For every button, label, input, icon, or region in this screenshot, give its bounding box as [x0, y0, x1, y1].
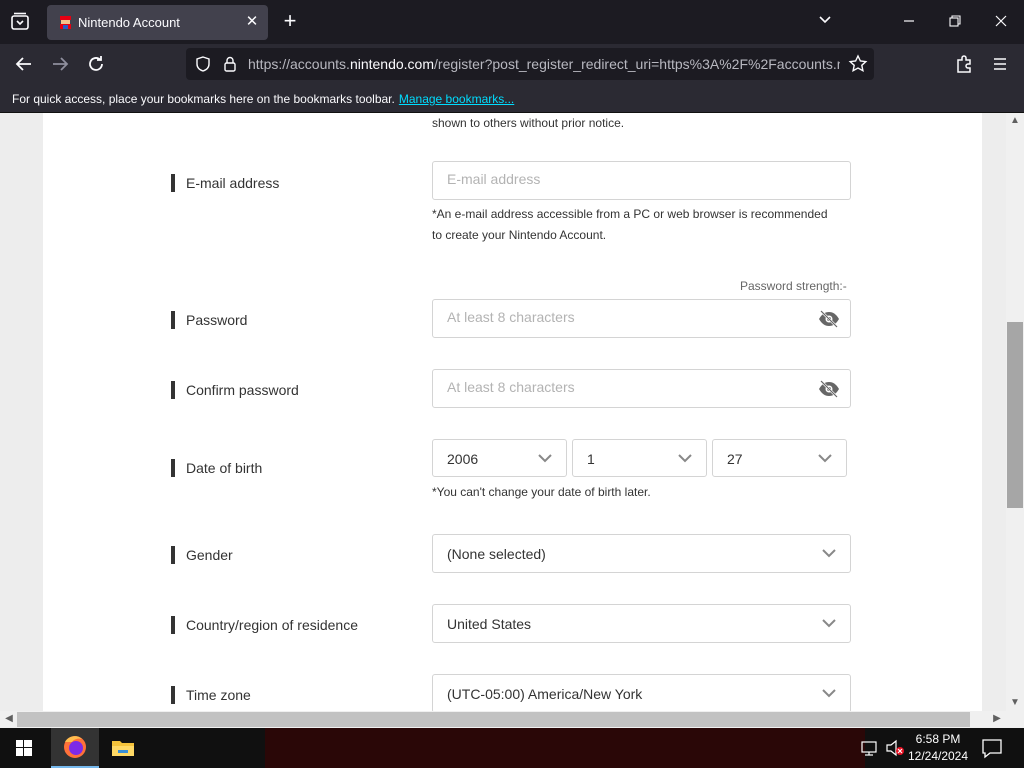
confirm-password-field[interactable] — [432, 369, 851, 408]
clock-time[interactable]: 6:58 PM — [906, 732, 970, 746]
mario-favicon-icon — [58, 15, 73, 30]
profile-visibility-note: shown to others without prior notice. — [432, 116, 625, 130]
volume-muted-icon[interactable] — [884, 728, 908, 768]
time-zone-label: Time zone — [171, 686, 251, 704]
firefox-taskbar-icon[interactable] — [51, 728, 99, 768]
chevron-down-icon — [818, 454, 832, 463]
scroll-left-arrow-icon[interactable]: ◀ — [0, 711, 18, 727]
desktop-wallpaper-strip — [265, 728, 865, 768]
restore-icon[interactable] — [945, 12, 965, 32]
chevron-down-icon — [822, 549, 836, 558]
email-input[interactable] — [447, 171, 807, 187]
bookmarks-toolbar: For quick access, place your bookmarks h… — [0, 84, 1024, 113]
bookmark-star-icon[interactable] — [848, 54, 868, 74]
bookmarks-hint: For quick access, place your bookmarks h… — [12, 92, 515, 106]
minimize-icon[interactable] — [899, 12, 919, 32]
birth-year-select[interactable]: 2006 — [432, 439, 567, 477]
country-label: Country/region of residence — [171, 616, 358, 634]
password-input[interactable] — [447, 309, 807, 325]
notifications-icon[interactable] — [978, 728, 1006, 768]
url-text[interactable]: https://accounts.nintendo.com/register?p… — [248, 56, 840, 72]
extensions-icon[interactable] — [952, 52, 976, 76]
vertical-scroll-thumb[interactable] — [1007, 322, 1023, 508]
close-tab-icon[interactable]: ✕ — [244, 14, 260, 30]
tab-bar: Nintendo Account ✕ + — [0, 0, 1024, 44]
file-explorer-icon[interactable] — [99, 728, 147, 768]
birth-month-select[interactable]: 1 — [572, 439, 707, 477]
chevron-down-icon — [822, 689, 836, 698]
new-tab-icon[interactable]: + — [278, 10, 302, 34]
chevron-down-icon — [678, 454, 692, 463]
password-label: Password — [171, 311, 247, 329]
confirm-password-input[interactable] — [447, 379, 807, 395]
scroll-right-arrow-icon[interactable]: ▶ — [988, 711, 1006, 727]
vertical-scrollbar[interactable]: ▲ ▼ — [1006, 113, 1024, 711]
clock-date[interactable]: 12/24/2024 — [906, 749, 970, 763]
forward-arrow-icon[interactable] — [48, 52, 72, 76]
list-all-tabs-icon[interactable] — [8, 10, 32, 34]
horizontal-scroll-thumb[interactable] — [17, 712, 970, 727]
tab-title: Nintendo Account — [78, 15, 180, 30]
email-note: *An e-mail address accessible from a PC … — [432, 207, 828, 242]
shield-icon[interactable] — [194, 55, 212, 73]
scroll-down-arrow-icon[interactable]: ▼ — [1006, 695, 1024, 711]
gender-label: Gender — [171, 546, 233, 564]
date-of-birth-label: Date of birth — [171, 459, 262, 477]
confirm-password-label: Confirm password — [171, 381, 299, 399]
gender-select[interactable]: (None selected) — [432, 534, 851, 573]
manage-bookmarks-link[interactable]: Manage bookmarks... — [399, 92, 514, 106]
close-window-icon[interactable] — [991, 12, 1011, 32]
horizontal-scrollbar[interactable]: ◀ ▶ — [0, 711, 1006, 728]
windows-start-icon[interactable] — [0, 728, 48, 768]
country-select[interactable]: United States — [432, 604, 851, 643]
hide-confirm-password-eye-icon[interactable] — [818, 380, 840, 398]
chevron-down-icon — [538, 454, 552, 463]
tab-nintendo-account[interactable]: Nintendo Account ✕ — [47, 5, 268, 40]
back-arrow-icon[interactable] — [12, 52, 36, 76]
page-viewport: shown to others without prior notice. E-… — [0, 113, 1006, 711]
hide-password-eye-icon[interactable] — [818, 310, 840, 328]
scrollbar-corner — [1006, 711, 1024, 728]
navigation-toolbar: https://accounts.nintendo.com/register?p… — [0, 44, 1024, 84]
registration-form: shown to others without prior notice. E-… — [43, 113, 982, 711]
chevron-down-icon — [822, 619, 836, 628]
password-strength: Password strength:- — [740, 279, 847, 293]
hamburger-menu-icon[interactable] — [988, 52, 1012, 76]
windows-taskbar: 6:58 PM 12/24/2024 — [0, 728, 1024, 768]
password-field[interactable] — [432, 299, 851, 338]
email-field[interactable] — [432, 161, 851, 200]
time-zone-select[interactable]: (UTC-05:00) America/New York — [432, 674, 851, 711]
network-icon[interactable] — [858, 728, 882, 768]
lock-icon[interactable] — [221, 55, 239, 73]
scroll-up-arrow-icon[interactable]: ▲ — [1006, 113, 1024, 129]
address-bar[interactable]: https://accounts.nintendo.com/register?p… — [186, 48, 874, 80]
email-label: E-mail address — [171, 174, 279, 192]
birth-day-select[interactable]: 27 — [712, 439, 847, 477]
chevron-down-icon[interactable] — [815, 12, 835, 32]
date-of-birth-note: *You can't change your date of birth lat… — [432, 485, 651, 499]
reload-icon[interactable] — [84, 52, 108, 76]
